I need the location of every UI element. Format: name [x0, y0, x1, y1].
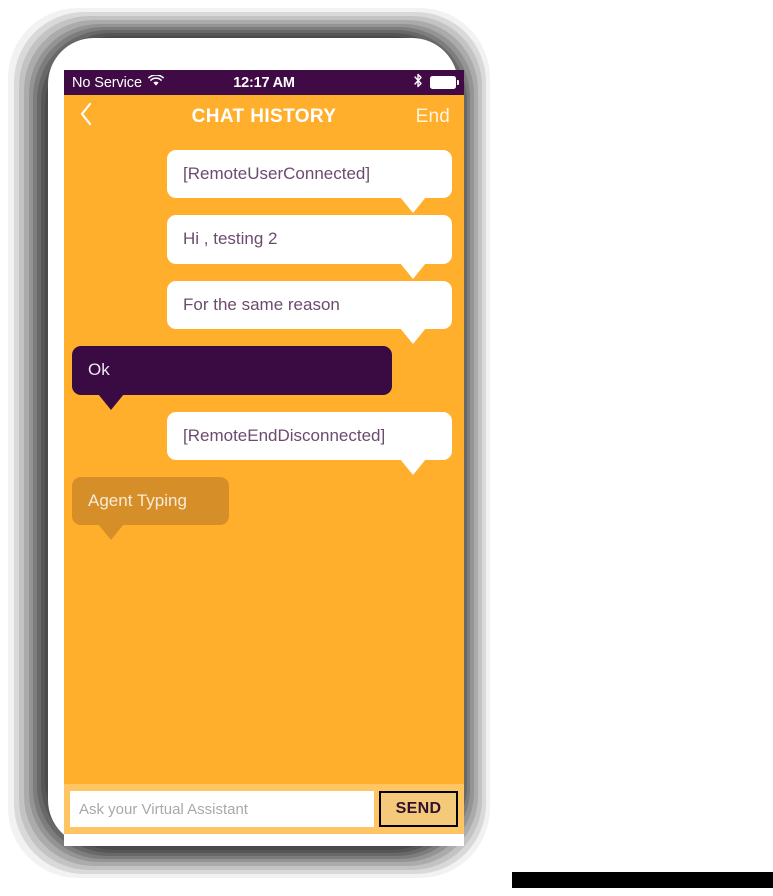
message-list[interactable]: [RemoteUserConnected] Hi , testing 2 For…	[64, 138, 464, 761]
message-row: Ok	[64, 346, 464, 411]
page-title: CHAT HISTORY	[191, 105, 337, 127]
bluetooth-icon	[413, 73, 423, 92]
message-bubble-incoming: [RemoteUserConnected]	[167, 150, 452, 214]
message-bubble-incoming: Hi , testing 2	[167, 215, 452, 280]
message-text: Hi , testing 2	[183, 229, 278, 249]
wifi-icon	[148, 73, 164, 91]
message-text: [RemoteUserConnected]	[183, 164, 371, 183]
phone-screen: No Service 12:17 AM CHAT HISTORY End [Re…	[64, 70, 464, 784]
message-row: [RemoteUserConnected]	[64, 150, 464, 214]
chat-input[interactable]	[70, 791, 374, 827]
nav-bar: CHAT HISTORY End	[64, 95, 464, 138]
message-bubble-incoming: [RemoteEndDisconnected]	[167, 411, 452, 476]
battery-icon	[430, 76, 459, 89]
message-bubble-incoming: For the same reason	[167, 280, 452, 345]
message-bubble-outgoing: Ok	[72, 346, 392, 411]
message-text: For the same reason	[183, 294, 340, 314]
message-row: Agent Typing	[64, 476, 464, 541]
composer-bar: SEND	[64, 784, 464, 834]
end-chat-button[interactable]: End	[416, 106, 450, 128]
agent-typing-bubble: Agent Typing	[72, 476, 229, 541]
chevron-left-icon	[78, 101, 94, 132]
message-row: [RemoteEndDisconnected]	[64, 411, 464, 476]
bottom-black-band	[512, 872, 773, 888]
message-text: Agent Typing	[88, 490, 187, 510]
message-row: Hi , testing 2	[64, 215, 464, 280]
message-text: [RemoteEndDisconnected]	[183, 425, 386, 445]
carrier-label: No Service	[72, 74, 142, 91]
send-button[interactable]: SEND	[379, 791, 458, 827]
status-bar-left: No Service	[72, 73, 164, 91]
screen-bottom-filler	[64, 834, 464, 846]
status-bar: No Service 12:17 AM	[64, 70, 464, 95]
back-button[interactable]	[78, 101, 108, 132]
status-bar-right	[413, 73, 459, 92]
message-row: For the same reason	[64, 280, 464, 345]
message-text: Ok	[88, 360, 110, 380]
